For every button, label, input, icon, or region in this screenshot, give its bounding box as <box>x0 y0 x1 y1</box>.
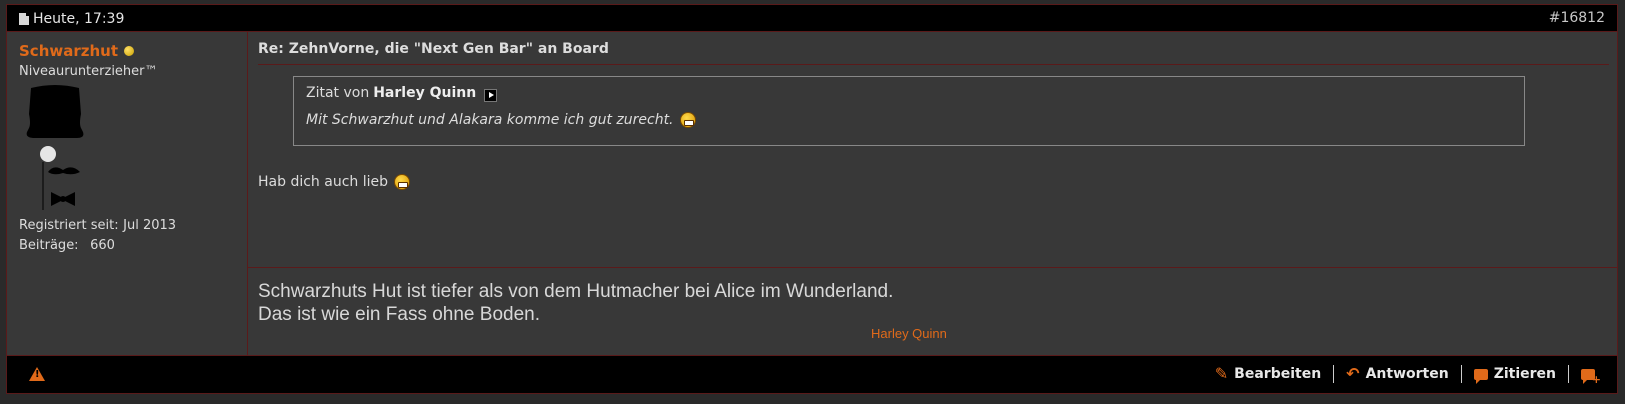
post-message: Hab dich auch lieb <box>258 174 410 190</box>
online-status-icon <box>124 46 135 56</box>
grin-smiley-icon <box>394 174 410 190</box>
post-header: Heute, 17:39 #16812 <box>7 5 1617 32</box>
quote-prefix: Zitat von <box>306 85 370 101</box>
post-actions: ✎ Bearbeiten ↶ Antworten Zitieren + <box>1203 364 1607 386</box>
post-number-link[interactable]: #16812 <box>1549 10 1605 26</box>
signature: Schwarzhuts Hut ist tiefer als von dem H… <box>248 267 1617 355</box>
registered-row: Registriert seit: Jul 2013 <box>19 216 176 236</box>
posts-value: 660 <box>90 238 115 253</box>
posts-label: Beiträge: <box>19 238 79 253</box>
reply-button[interactable]: ↶ Antworten <box>1334 364 1461 383</box>
post-content: Re: ZehnVorne, die "Next Gen Bar" an Boa… <box>248 32 1617 267</box>
user-info-panel: Schwarzhut Niveaurunterzieher™ Registrie… <box>7 32 248 355</box>
reply-arrow-icon: ↶ <box>1346 364 1360 383</box>
message-text: Hab dich auch lieb <box>258 174 388 190</box>
avatar-top-hat-icon <box>26 85 84 210</box>
quote-text-row: Mit Schwarzhut und Alakara komme ich gut… <box>306 112 696 128</box>
posts-row: Beiträge: 660 <box>19 236 176 256</box>
report-warning-icon[interactable] <box>29 367 45 381</box>
signature-line-2: Das ist wie ein Fass ohne Boden. <box>258 304 540 325</box>
post-container: Heute, 17:39 #16812 Schwarzhut Niveaurun… <box>6 4 1618 394</box>
avatar[interactable] <box>21 84 91 212</box>
signature-line-1: Schwarzhuts Hut ist tiefer als von dem H… <box>258 281 894 302</box>
quote-author: Harley Quinn <box>373 85 477 101</box>
quote-label: Zitieren <box>1493 366 1556 382</box>
multi-quote-button[interactable]: + <box>1569 368 1607 386</box>
edit-button[interactable]: ✎ Bearbeiten <box>1203 364 1333 383</box>
post-date-text: Heute, 17:39 <box>33 11 125 27</box>
quote-header: Zitat von Harley Quinn <box>306 85 498 102</box>
reply-label: Antworten <box>1365 366 1449 382</box>
quote-button[interactable]: Zitieren <box>1462 366 1568 384</box>
speech-bubble-icon <box>1473 368 1488 384</box>
registered-label: Registriert seit: <box>19 218 119 233</box>
username-link[interactable]: Schwarzhut <box>19 42 118 60</box>
post-title: Re: ZehnVorne, die "Next Gen Bar" an Boa… <box>258 41 609 57</box>
post-footer: ✎ Bearbeiten ↶ Antworten Zitieren + <box>7 355 1617 393</box>
view-post-arrow-icon[interactable] <box>484 88 498 102</box>
post-date: Heute, 17:39 <box>19 11 124 27</box>
edit-label: Bearbeiten <box>1234 366 1322 382</box>
quote-text: Mit Schwarzhut und Alakara komme ich gut… <box>306 112 674 128</box>
grin-smiley-icon <box>679 112 696 128</box>
pencil-icon: ✎ <box>1214 364 1229 383</box>
document-icon <box>19 13 29 25</box>
registered-value: Jul 2013 <box>123 218 177 233</box>
multi-quote-plus-icon: + <box>1581 368 1601 386</box>
user-stats: Registriert seit: Jul 2013 Beiträge: 660 <box>19 216 176 256</box>
title-divider <box>258 64 1609 65</box>
quote-block: Zitat von Harley Quinn Mit Schwarzhut un… <box>293 76 1525 146</box>
signature-author: Harley Quinn <box>871 326 947 341</box>
user-title: Niveaurunterzieher™ <box>19 64 158 79</box>
username-row: Schwarzhut <box>19 42 135 60</box>
